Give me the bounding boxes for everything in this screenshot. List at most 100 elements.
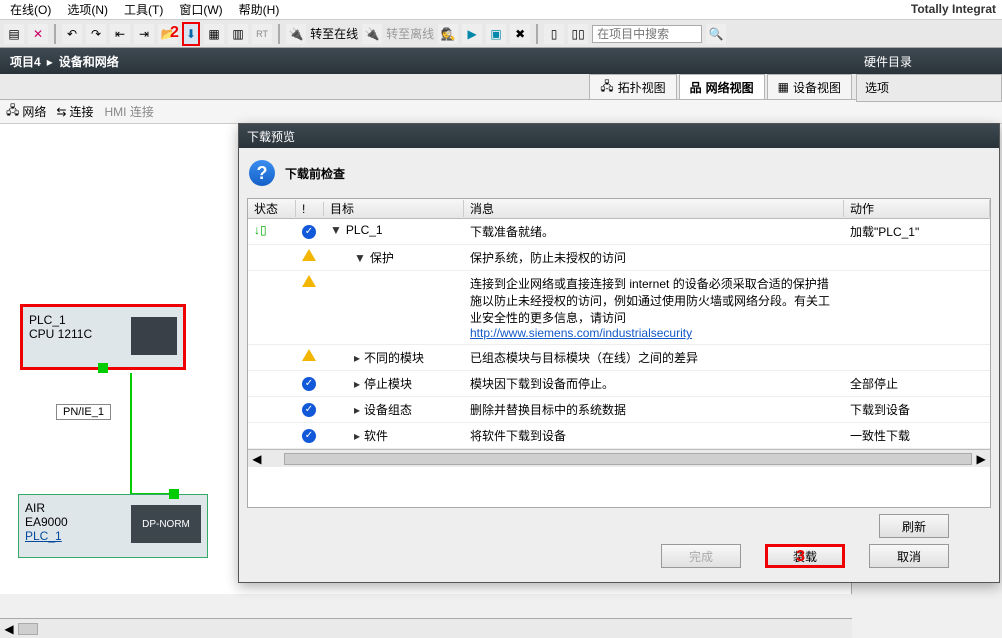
dev2-link[interactable]: PLC_1 [25, 529, 62, 543]
brand-text: Totally Integrat [911, 2, 996, 16]
undo-icon[interactable]: ↶ [62, 24, 82, 44]
table-row[interactable]: 连接到企业网络或直接连接到 internet 的设备必须采取合适的保护措施以防止… [248, 271, 990, 345]
close-icon[interactable]: ✕ [28, 24, 48, 44]
tab-network[interactable]: 品网络视图 [679, 74, 765, 99]
security-link[interactable]: http://www.siemens.com/industrialsecurit… [470, 326, 692, 340]
x-icon[interactable]: ✖ [510, 24, 530, 44]
rt-icon[interactable]: RT [252, 24, 272, 44]
sim-icon[interactable]: ▦ [204, 24, 224, 44]
conn-icon: ⇆ [56, 105, 66, 119]
project-search-input[interactable] [592, 25, 702, 43]
go-offline-button[interactable]: 转至离线 [386, 25, 434, 42]
device-icon: ▦ [778, 80, 789, 94]
plc-port[interactable] [98, 363, 108, 373]
table-row[interactable]: ▼保护 保护系统，防止未授权的访问 [248, 245, 990, 271]
annotation-step2: 2 [170, 24, 179, 42]
col-excl[interactable]: ! [296, 202, 324, 216]
menu-window[interactable]: 窗口(W) [171, 0, 230, 20]
refresh-button[interactable]: 刷新 [879, 514, 949, 538]
network-subtoolbar: 🖧网络 ⇆连接 HMI 连接 [0, 100, 1002, 124]
fwd-icon[interactable]: ⇥ [134, 24, 154, 44]
expand-icon[interactable]: ▼ [354, 251, 366, 265]
dialog-button-bar: 刷新 完成 3 装载 取消 [239, 508, 999, 582]
go-online-button[interactable]: 转至在线 [310, 25, 358, 42]
table-row[interactable]: ▸不同的模块 已组态模块与目标模块（在线）之间的差异 [248, 345, 990, 371]
plc-device-node[interactable]: PLC_1 CPU 1211C [20, 304, 186, 370]
expand-icon[interactable]: ▸ [354, 429, 360, 443]
dp-norm-module[interactable]: DP-NORM [131, 505, 201, 543]
split2-icon[interactable]: ▯▯ [568, 24, 588, 44]
disconnect-icon[interactable]: 🔌 [362, 24, 382, 44]
warning-icon [302, 349, 316, 361]
download-check-table: 状态 ! 目标 消息 动作 ↓▯ ✓ ▼PLC_1 下载准备就绪。 加载"PLC… [247, 198, 991, 508]
question-icon: ? [249, 160, 275, 186]
dialog-title: 下载预览 [239, 124, 999, 148]
hmi-connection-dropdown[interactable]: HMI 连接 [103, 102, 183, 121]
dialog-header: ? 下载前检查 [239, 148, 999, 198]
ok-icon: ✓ [302, 377, 316, 391]
topology-icon: 🖧 [600, 77, 613, 98]
network-icon: 品 [690, 79, 702, 96]
dev2-port[interactable] [169, 489, 179, 499]
network-button[interactable]: 🖧网络 [6, 101, 46, 122]
separator [536, 24, 538, 44]
menu-tools[interactable]: 工具(T) [116, 0, 171, 20]
breadcrumb-project[interactable]: 项目4 [10, 55, 41, 69]
col-msg[interactable]: 消息 [464, 200, 844, 217]
table-h-scrollbar[interactable]: ◀▶ [248, 449, 990, 467]
hw-catalog-options[interactable]: 选项 [856, 74, 1002, 102]
diag2-icon[interactable]: ▶ [462, 24, 482, 44]
diag3-icon[interactable]: ▣ [486, 24, 506, 44]
expand-icon[interactable]: ▼ [330, 223, 342, 237]
diag1-icon[interactable]: 🕵 [438, 24, 458, 44]
col-action[interactable]: 动作 [844, 200, 990, 217]
ok-icon: ✓ [302, 403, 316, 417]
warning-icon [302, 249, 316, 261]
tab-topology[interactable]: 🖧拓扑视图 [589, 74, 676, 99]
editor-title-bar: 项目4▸设备和网络 – ❐ ▢ ✕ [0, 48, 1002, 74]
warning-icon [302, 275, 316, 287]
expand-icon[interactable]: ▸ [354, 403, 360, 417]
menubar: 在线(O) 选项(N) 工具(T) 窗口(W) 帮助(H) [0, 0, 1002, 20]
main-toolbar: ▤ ✕ ↶ ↷ ⇤ ⇥ 📂 2 ⬇ ▦ ▥ RT 🔌 转至在线 🔌 转至离线 🕵… [0, 20, 1002, 48]
search-go-icon[interactable]: 🔍 [706, 24, 726, 44]
download-button[interactable]: 2 ⬇ [182, 22, 200, 46]
separator [54, 24, 56, 44]
ok-icon: ✓ [302, 225, 316, 239]
table-row[interactable]: ↓▯ ✓ ▼PLC_1 下载准备就绪。 加载"PLC_1" [248, 219, 990, 245]
menu-help[interactable]: 帮助(H) [231, 0, 288, 20]
redo-icon[interactable]: ↷ [86, 24, 106, 44]
canvas-h-scrollbar[interactable]: ◀ [0, 618, 852, 638]
connection-label[interactable]: PN/IE_1 [56, 404, 111, 420]
separator [278, 24, 280, 44]
download-preview-dialog: 下载预览 ? 下载前检查 状态 ! 目标 消息 动作 ↓▯ ✓ ▼PLC_1 下… [238, 123, 1000, 583]
cancel-button[interactable]: 取消 [869, 544, 949, 568]
connection-wire[interactable] [130, 373, 132, 495]
back-icon[interactable]: ⇤ [110, 24, 130, 44]
air-device-node[interactable]: AIR EA9000 PLC_1 DP-NORM [18, 494, 208, 558]
new-icon[interactable]: ▤ [4, 24, 24, 44]
breadcrumb-view[interactable]: 设备和网络 [59, 55, 119, 69]
menu-options[interactable]: 选项(N) [59, 0, 116, 20]
finish-button: 完成 [661, 544, 741, 568]
table-row[interactable]: ✓ ▸停止模块 模块因下载到设备而停止。 全部停止 [248, 371, 990, 397]
table-row[interactable]: ✓ ▸设备组态 删除并替换目标中的系统数据 下载到设备 [248, 397, 990, 423]
compile-icon[interactable]: ▥ [228, 24, 248, 44]
download-icon: ↓▯ [254, 223, 267, 237]
connections-button[interactable]: ⇆连接 [56, 103, 93, 120]
col-state[interactable]: 状态 [248, 200, 296, 217]
split1-icon[interactable]: ▯ [544, 24, 564, 44]
view-tabs: 🖧拓扑视图 品网络视图 ▦设备视图 [0, 74, 1002, 100]
dialog-subtitle: 下载前检查 [285, 165, 345, 182]
col-target[interactable]: 目标 [324, 200, 464, 217]
tab-device[interactable]: ▦设备视图 [767, 74, 852, 99]
load-button[interactable]: 装载 [765, 544, 845, 568]
menu-online[interactable]: 在线(O) [2, 0, 59, 20]
table-row[interactable]: ✓ ▸软件 将软件下载到设备 一致性下载 [248, 423, 990, 449]
annotation-step3: 3 [796, 548, 805, 566]
expand-icon[interactable]: ▸ [354, 377, 360, 391]
ok-icon: ✓ [302, 429, 316, 443]
plc-image [131, 317, 177, 355]
expand-icon[interactable]: ▸ [354, 351, 360, 365]
connect-icon[interactable]: 🔌 [286, 24, 306, 44]
